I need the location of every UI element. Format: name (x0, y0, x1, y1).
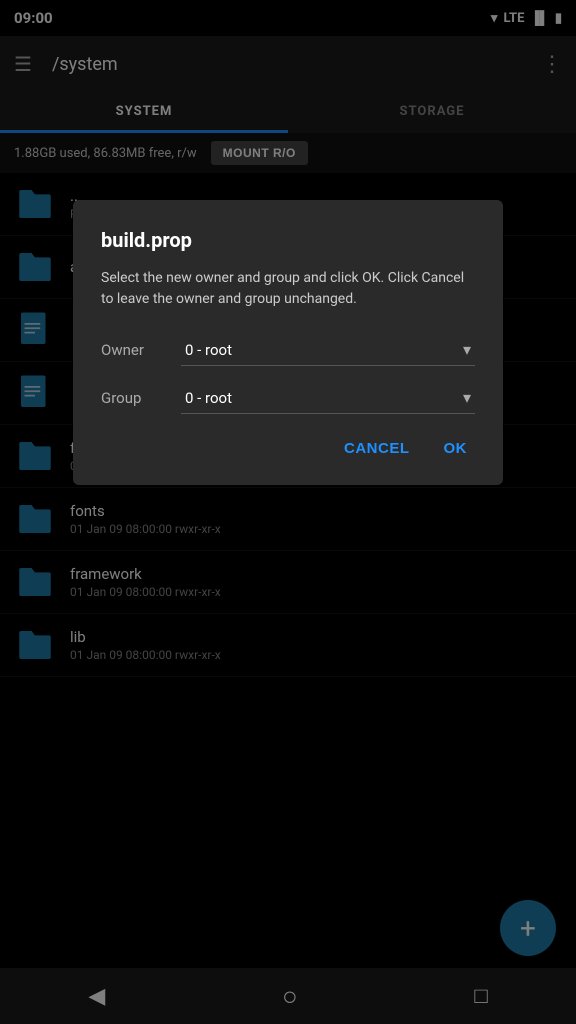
owner-row: Owner 0 - root ▾ (101, 334, 475, 366)
owner-label: Owner (101, 341, 181, 359)
group-row: Group 0 - root ▾ (101, 382, 475, 414)
ok-button[interactable]: OK (436, 430, 476, 467)
cancel-button[interactable]: CANCEL (336, 430, 418, 467)
group-label: Group (101, 389, 181, 407)
owner-value: 0 - root (185, 341, 232, 359)
dialog-title: build.prop (101, 228, 475, 252)
group-select[interactable]: 0 - root ▾ (181, 382, 475, 414)
group-value: 0 - root (185, 389, 232, 407)
dialog-overlay: build.prop Select the new owner and grou… (0, 0, 576, 1024)
owner-select[interactable]: 0 - root ▾ (181, 334, 475, 366)
group-dropdown-icon: ▾ (463, 388, 471, 407)
dialog-message: Select the new owner and group and click… (101, 268, 475, 310)
owner-dropdown-icon: ▾ (463, 340, 471, 359)
dialog: build.prop Select the new owner and grou… (73, 200, 503, 485)
dialog-actions: CANCEL OK (101, 430, 475, 467)
